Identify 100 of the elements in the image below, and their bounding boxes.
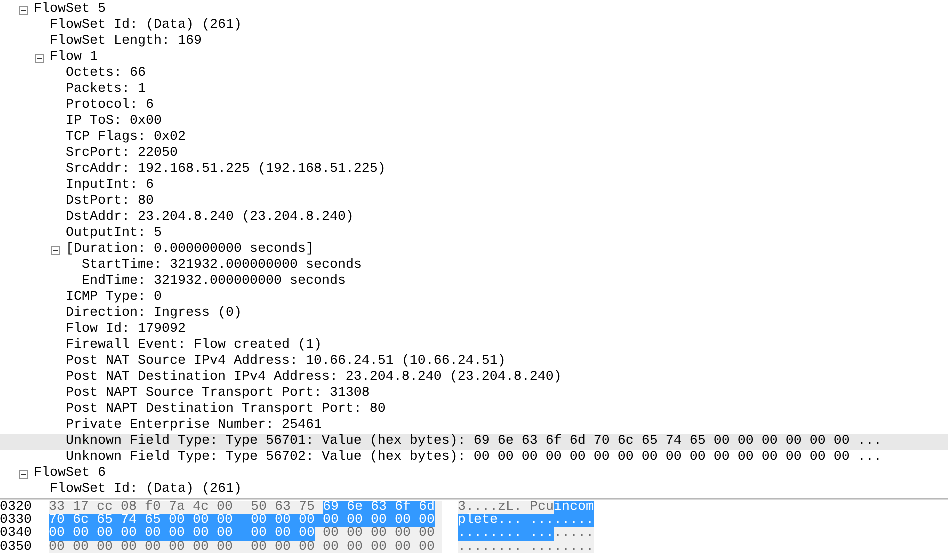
tree-row[interactable]: Octets: 66 xyxy=(0,66,948,82)
tree-row[interactable]: OutputInt: 5 xyxy=(0,226,948,242)
hex-byte[interactable]: 00 xyxy=(251,540,267,553)
hex-byte[interactable]: 74 xyxy=(121,514,145,528)
hex-byte[interactable]: 00 xyxy=(371,514,395,528)
tree-row[interactable]: Firewall Event: Flow created (1) xyxy=(0,338,948,354)
tree-row[interactable]: SrcPort: 22050 xyxy=(0,146,948,162)
hex-byte[interactable]: 00 xyxy=(323,527,339,541)
hex-byte[interactable]: 00 xyxy=(347,514,371,528)
hex-byte[interactable]: 00 xyxy=(121,540,137,553)
hex-byte[interactable]: 75 xyxy=(299,501,315,514)
tree-row[interactable]: InputInt: 6 xyxy=(0,178,948,194)
hex-byte[interactable]: 00 xyxy=(97,540,113,553)
hex-byte[interactable]: 00 xyxy=(217,540,233,553)
hex-byte[interactable]: 00 xyxy=(275,514,299,528)
tree-row[interactable]: SrcAddr: 192.168.51.225 (192.168.51.225) xyxy=(0,162,948,178)
tree-row[interactable]: FlowSet Id: (Data) (261) xyxy=(0,482,948,498)
tree-row[interactable]: DstPort: 80 xyxy=(0,194,948,210)
hex-byte[interactable]: 00 xyxy=(347,540,363,553)
hex-byte[interactable]: 00 xyxy=(193,540,209,553)
hex-byte[interactable]: 63 xyxy=(275,501,291,514)
collapse-icon[interactable] xyxy=(35,54,44,62)
hex-byte[interactable]: 00 xyxy=(323,514,347,528)
hex-byte[interactable]: 00 xyxy=(169,540,185,553)
tree-row[interactable]: Unknown Field Type: Type 56701: Value (hex bytes): 69 6e 63 6f 6d 70 6c 65 74 65 00 00 00 00 00 00 ... xyxy=(0,434,948,450)
hex-byte[interactable]: 00 xyxy=(169,527,193,541)
hex-byte[interactable]: 00 xyxy=(395,540,411,553)
hex-byte[interactable]: 00 xyxy=(193,527,217,541)
hex-byte[interactable]: 00 xyxy=(347,527,363,541)
tree-row[interactable]: DstAddr: 23.204.8.240 (23.204.8.240) xyxy=(0,210,948,226)
hex-byte[interactable]: 00 xyxy=(121,527,145,541)
tree-row[interactable]: Unknown Field Type: Type 56702: Value (hex bytes): 00 00 00 00 00 00 00 00 00 00 00 00 00 00 00 00 ... xyxy=(0,450,948,466)
offset-text: 0350 xyxy=(0,540,33,553)
hex-byte[interactable]: 50 xyxy=(251,501,267,514)
hex-byte[interactable]: 00 xyxy=(145,527,169,541)
tree-row[interactable]: Protocol: 6 xyxy=(0,98,948,114)
hex-byte[interactable]: 6d xyxy=(419,501,435,514)
hex-byte[interactable]: 00 xyxy=(299,527,315,541)
tree-row[interactable]: TCP Flags: 0x02 xyxy=(0,130,948,146)
hex-byte[interactable]: 00 xyxy=(49,527,73,541)
collapse-icon[interactable] xyxy=(19,470,28,478)
hex-byte[interactable]: f0 xyxy=(145,501,161,514)
hex-byte[interactable]: 00 xyxy=(251,514,275,528)
tree-row[interactable]: FlowSet 6 xyxy=(0,466,948,482)
hex-byte[interactable]: 00 xyxy=(49,540,65,553)
hex-byte[interactable]: 00 xyxy=(275,527,299,541)
hex-byte[interactable]: 00 xyxy=(371,540,387,553)
hex-byte[interactable]: 00 xyxy=(73,540,89,553)
tree-row[interactable]: Private Enterprise Number: 25461 xyxy=(0,418,948,434)
hex-byte[interactable]: 70 xyxy=(49,514,73,528)
tree-row[interactable]: [Duration: 0.000000000 seconds] xyxy=(0,242,948,258)
tree-row[interactable]: Post NAPT Destination Transport Port: 80 xyxy=(0,402,948,418)
hex-byte[interactable]: 65 xyxy=(97,514,121,528)
collapse-icon[interactable] xyxy=(19,6,28,14)
hex-byte[interactable]: 17 xyxy=(73,501,89,514)
hex-byte[interactable]: 00 xyxy=(97,527,121,541)
hex-byte[interactable]: 33 xyxy=(49,501,65,514)
hex-byte[interactable]: 00 xyxy=(419,540,435,553)
hex-byte[interactable]: 00 xyxy=(299,540,315,553)
hex-byte[interactable]: 63 xyxy=(371,501,395,514)
collapse-icon[interactable] xyxy=(51,246,60,254)
hex-byte[interactable]: 00 xyxy=(299,514,323,528)
hex-byte[interactable]: 00 xyxy=(169,514,193,528)
tree-row[interactable]: StartTime: 321932.000000000 seconds xyxy=(0,258,948,274)
hex-byte[interactable]: 00 xyxy=(275,540,291,553)
hex-byte[interactable]: 00 xyxy=(419,514,435,528)
hex-byte[interactable]: 6c xyxy=(73,514,97,528)
tree-row[interactable]: EndTime: 321932.000000000 seconds xyxy=(0,274,948,290)
tree-row[interactable]: ICMP Type: 0 xyxy=(0,290,948,306)
hex-byte[interactable]: 00 xyxy=(395,514,419,528)
tree-row[interactable]: Flow 1 xyxy=(0,50,948,66)
tree-row[interactable]: Post NAPT Source Transport Port: 31308 xyxy=(0,386,948,402)
tree-row[interactable]: Packets: 1 xyxy=(0,82,948,98)
hex-byte[interactable]: 08 xyxy=(121,501,137,514)
tree-row[interactable]: FlowSet 5 xyxy=(0,2,948,18)
hex-byte[interactable]: 6e xyxy=(347,501,371,514)
hex-byte[interactable]: cc xyxy=(97,501,113,514)
hex-byte[interactable]: 00 xyxy=(217,501,233,514)
tree-row[interactable]: FlowSet Length: 169 xyxy=(0,34,948,50)
hex-byte[interactable]: 00 xyxy=(217,514,251,528)
hex-byte[interactable]: 69 xyxy=(323,501,347,514)
tree-row[interactable]: FlowSet Id: (Data) (261) xyxy=(0,18,948,34)
hex-byte[interactable]: 00 xyxy=(323,540,339,553)
hex-byte[interactable]: 7a xyxy=(169,501,185,514)
hex-byte[interactable]: 00 xyxy=(73,527,97,541)
hex-byte[interactable]: 00 xyxy=(217,527,251,541)
tree-row[interactable]: Flow Id: 179092 xyxy=(0,322,948,338)
hex-byte[interactable]: 6f xyxy=(395,501,419,514)
tree-row[interactable]: Direction: Ingress (0) xyxy=(0,306,948,322)
hex-byte[interactable]: 00 xyxy=(395,527,411,541)
hex-byte[interactable]: 00 xyxy=(419,527,435,541)
tree-row[interactable]: IP ToS: 0x00 xyxy=(0,114,948,130)
hex-byte[interactable]: 00 xyxy=(371,527,387,541)
hex-byte[interactable]: 00 xyxy=(251,527,275,541)
hex-byte[interactable]: 00 xyxy=(193,514,217,528)
tree-row[interactable]: Post NAT Source IPv4 Address: 10.66.24.51 (10.66.24.51) xyxy=(0,354,948,370)
tree-row[interactable]: Post NAT Destination IPv4 Address: 23.204.8.240 (23.204.8.240) xyxy=(0,370,948,386)
hex-byte[interactable]: 65 xyxy=(145,514,169,528)
hex-byte[interactable]: 4c xyxy=(193,501,209,514)
hex-byte[interactable]: 00 xyxy=(145,540,161,553)
